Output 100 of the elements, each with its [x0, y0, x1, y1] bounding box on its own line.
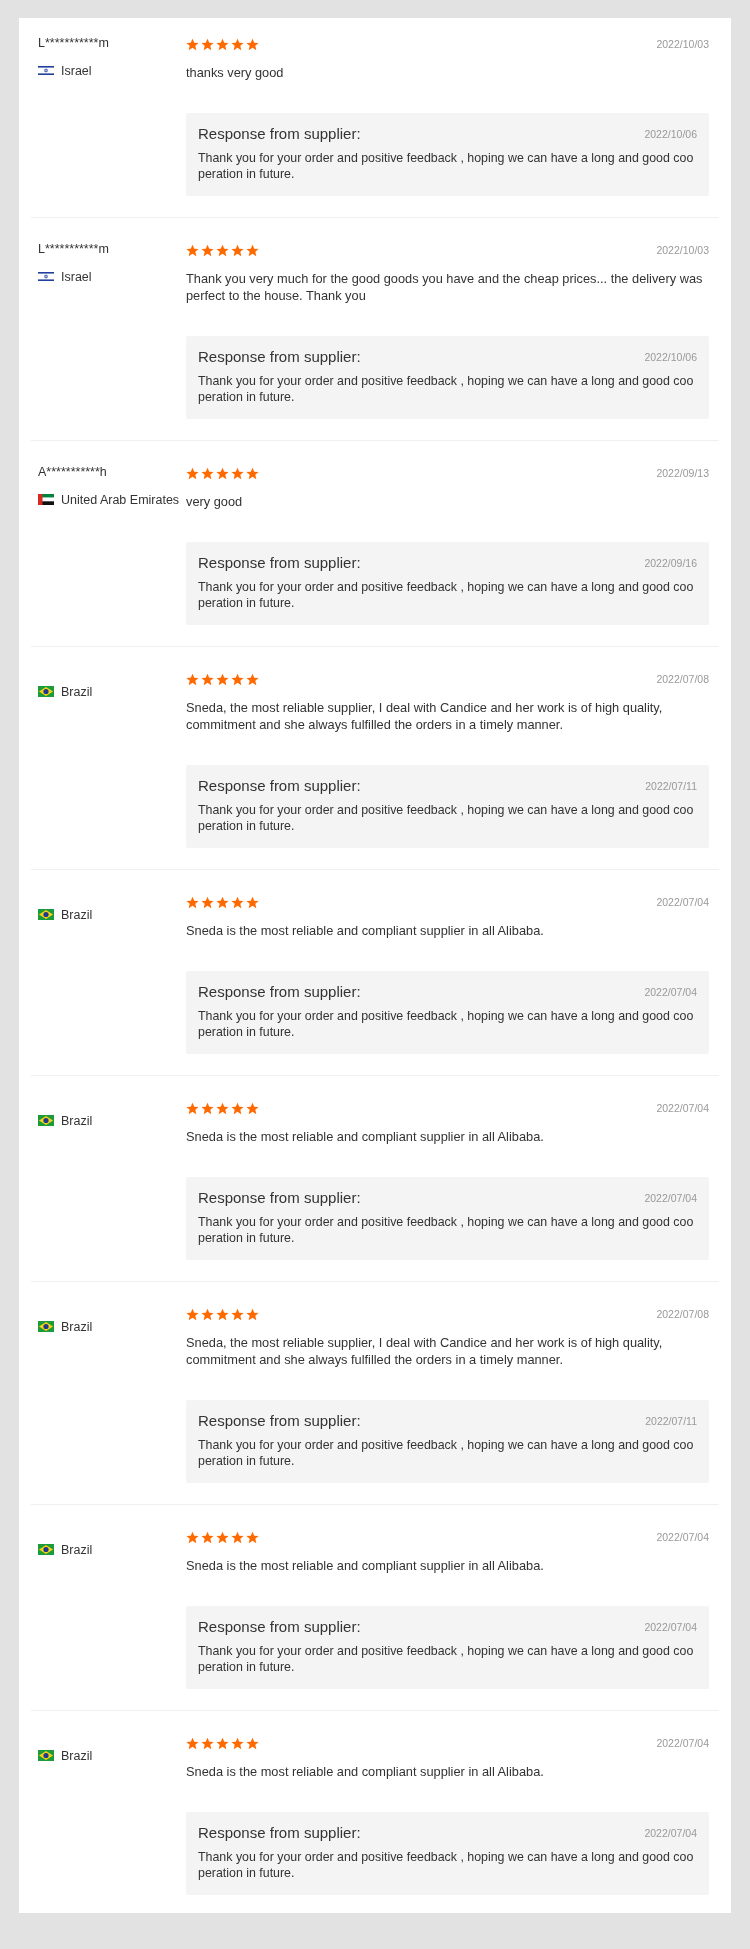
star-icon — [186, 895, 199, 909]
star-icon — [246, 243, 259, 257]
star-icon — [246, 1736, 259, 1750]
response-title: Response from supplier: — [198, 125, 361, 142]
review-comment: very good — [186, 493, 244, 510]
star-icon — [216, 1101, 229, 1115]
star-icon — [231, 1736, 244, 1750]
response-title: Response from supplier: — [198, 1412, 361, 1429]
review-comment: Sneda is the most reliable and compliant supplier in all Alibaba. — [186, 1763, 545, 1780]
review-date: 2022/07/04 — [656, 896, 709, 908]
star-icon — [231, 243, 244, 257]
country-name: Brazil — [61, 684, 93, 701]
response-text: Thank you for your order and positive feedback , hoping we can have a long and good cooperation in future. — [198, 1849, 695, 1881]
country-name: Brazil — [61, 1748, 93, 1765]
review-comment: Sneda, the most reliable supplier, I deal with Candice and her work is of high quality, commitment and she always fulfilled the orders in a timely manner. — [186, 1334, 664, 1368]
review-date: 2022/07/04 — [656, 1531, 709, 1543]
review-comment: Sneda is the most reliable and compliant supplier in all Alibaba. — [186, 1557, 545, 1574]
star-icon — [246, 895, 259, 909]
review-comment: thanks very good — [186, 64, 285, 81]
flag-icon — [38, 686, 54, 697]
response-title: Response from supplier: — [198, 1189, 361, 1206]
flag-icon — [38, 65, 54, 76]
review-date: 2022/10/03 — [656, 38, 709, 50]
star-icon — [216, 1530, 229, 1544]
star-icon — [186, 466, 199, 480]
star-icon — [186, 1101, 199, 1115]
review-comment: Thank you very much for the good goods you have and the cheap prices... the delivery was perfect to the house. Thank you — [186, 270, 704, 304]
country-name: Brazil — [61, 1113, 93, 1130]
response-title: Response from supplier: — [198, 554, 361, 571]
response-title: Response from supplier: — [198, 1618, 361, 1635]
response-text: Thank you for your order and positive feedback , hoping we can have a long and good cooperation in future. — [198, 1008, 695, 1040]
reviewer-name: L***********m — [38, 35, 110, 52]
star-icon — [201, 1530, 214, 1544]
flag-icon — [38, 1750, 54, 1761]
star-icon — [246, 1307, 259, 1321]
star-icon — [216, 895, 229, 909]
star-icon — [231, 1101, 244, 1115]
reviewer-name: L***********m — [38, 241, 110, 258]
response-title: Response from supplier: — [198, 777, 361, 794]
star-icon — [201, 672, 214, 686]
star-icon — [216, 466, 229, 480]
response-text: Thank you for your order and positive feedback , hoping we can have a long and good cooperation in future. — [198, 1643, 695, 1675]
response-text: Thank you for your order and positive feedback , hoping we can have a long and good cooperation in future. — [198, 373, 695, 405]
response-date: 2022/09/16 — [644, 556, 697, 569]
star-icon — [186, 243, 199, 257]
response-date: 2022/07/04 — [644, 1826, 697, 1839]
country-name: Israel — [61, 63, 92, 80]
star-icon — [201, 37, 214, 51]
country-name: Brazil — [61, 1542, 93, 1559]
star-icon — [231, 37, 244, 51]
star-icon — [186, 1530, 199, 1544]
flag-icon — [38, 1115, 54, 1126]
response-title: Response from supplier: — [198, 348, 361, 365]
response-date: 2022/07/04 — [644, 985, 697, 998]
star-icon — [231, 895, 244, 909]
response-date: 2022/10/06 — [644, 350, 697, 363]
star-icon — [246, 1101, 259, 1115]
star-icon — [246, 1530, 259, 1544]
star-icon — [216, 243, 229, 257]
country-name: Brazil — [61, 1319, 93, 1336]
star-icon — [246, 37, 259, 51]
review-date: 2022/07/04 — [656, 1102, 709, 1114]
response-text: Thank you for your order and positive feedback , hoping we can have a long and good cooperation in future. — [198, 802, 695, 834]
review-comment: Sneda, the most reliable supplier, I deal with Candice and her work is of high quality, commitment and she always fulfilled the orders in a timely manner. — [186, 699, 664, 733]
star-icon — [216, 37, 229, 51]
star-icon — [186, 37, 199, 51]
response-date: 2022/07/11 — [645, 1414, 697, 1427]
review-date: 2022/07/08 — [656, 1308, 709, 1320]
review-date: 2022/07/08 — [656, 673, 709, 685]
star-icon — [216, 1736, 229, 1750]
response-date: 2022/07/04 — [644, 1620, 697, 1633]
country-name: Israel — [61, 269, 92, 286]
response-title: Response from supplier: — [198, 1824, 361, 1841]
response-text: Thank you for your order and positive feedback , hoping we can have a long and good cooperation in future. — [198, 579, 695, 611]
star-icon — [201, 1736, 214, 1750]
response-title: Response from supplier: — [198, 983, 361, 1000]
flag-icon — [38, 494, 54, 505]
star-icon — [201, 1101, 214, 1115]
star-icon — [186, 1736, 199, 1750]
country-name: United Arab Emirates — [61, 492, 180, 509]
response-text: Thank you for your order and positive feedback , hoping we can have a long and good cooperation in future. — [198, 150, 695, 182]
flag-icon — [38, 1321, 54, 1332]
star-icon — [201, 895, 214, 909]
review-date: 2022/07/04 — [656, 1737, 709, 1749]
star-icon — [216, 672, 229, 686]
star-icon — [186, 672, 199, 686]
star-icon — [201, 1307, 214, 1321]
review-date: 2022/10/03 — [656, 244, 709, 256]
flag-icon — [38, 271, 54, 282]
star-icon — [186, 1307, 199, 1321]
response-text: Thank you for your order and positive feedback , hoping we can have a long and good cooperation in future. — [198, 1214, 695, 1246]
response-date: 2022/07/04 — [644, 1191, 697, 1204]
response-date: 2022/10/06 — [644, 127, 697, 140]
review-date: 2022/09/13 — [656, 467, 709, 479]
review-comment: Sneda is the most reliable and compliant supplier in all Alibaba. — [186, 1128, 545, 1145]
response-date: 2022/07/11 — [645, 779, 697, 792]
star-icon — [231, 466, 244, 480]
flag-icon — [38, 909, 54, 920]
country-name: Brazil — [61, 907, 93, 924]
review-comment: Sneda is the most reliable and compliant supplier in all Alibaba. — [186, 922, 545, 939]
